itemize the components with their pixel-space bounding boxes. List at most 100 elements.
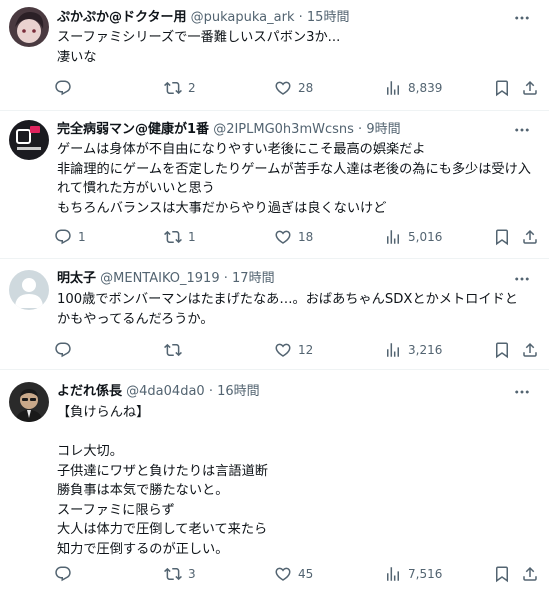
heart-icon bbox=[274, 228, 292, 246]
retweet-button[interactable]: 3 bbox=[164, 564, 196, 584]
bookmark-icon bbox=[493, 341, 511, 359]
retweet-count: 2 bbox=[188, 81, 196, 95]
share-button[interactable] bbox=[521, 227, 539, 247]
reply-button[interactable]: 1 bbox=[54, 227, 86, 247]
reply-button[interactable] bbox=[54, 564, 78, 584]
share-icon bbox=[521, 341, 539, 359]
user-handle[interactable]: @MENTAIKO_1919 bbox=[100, 271, 219, 286]
bookmark-icon bbox=[493, 79, 511, 97]
display-name[interactable]: よだれ係長 bbox=[57, 384, 122, 399]
share-icon bbox=[521, 565, 539, 583]
action-bar: 1 1 18 5,016 bbox=[0, 227, 549, 247]
user-handle[interactable]: @4da04da0 bbox=[126, 384, 205, 399]
separator-dot: · bbox=[208, 384, 213, 399]
reply-icon bbox=[54, 228, 72, 246]
view-count: 5,016 bbox=[408, 230, 443, 244]
user-handle[interactable]: @pukapuka_ark bbox=[191, 10, 295, 25]
tweet-text: ゲームは身体が不自由になりやすい老後にこそ最高の娯楽だよ 非論理的にゲームを否定… bbox=[57, 142, 531, 216]
like-button[interactable]: 28 bbox=[274, 78, 313, 98]
view-count: 3,216 bbox=[408, 343, 443, 357]
retweet-icon bbox=[164, 565, 182, 583]
timestamp[interactable]: 16時間 bbox=[217, 384, 260, 399]
share-button[interactable] bbox=[521, 340, 539, 360]
views-button[interactable]: 8,839 bbox=[384, 78, 442, 98]
avatar[interactable] bbox=[9, 120, 49, 160]
like-count: 28 bbox=[298, 81, 314, 95]
views-icon bbox=[384, 79, 402, 97]
tweet-header: 完全病弱マン@健康が1番 @2IPLMG0h3mWcsns · 9時間 bbox=[57, 121, 401, 138]
action-bar: 2 28 8,839 bbox=[0, 78, 549, 98]
display-name[interactable]: ぷかぷか@ドクター用 bbox=[57, 10, 186, 25]
heart-icon bbox=[274, 341, 292, 359]
heart-icon bbox=[274, 565, 292, 583]
action-bar: 3 45 7,516 bbox=[0, 564, 549, 584]
avatar[interactable] bbox=[9, 270, 49, 310]
display-name[interactable]: 完全病弱マン@健康が1番 bbox=[57, 122, 209, 137]
views-button[interactable]: 7,516 bbox=[384, 564, 442, 584]
view-count: 7,516 bbox=[408, 567, 443, 581]
heart-icon bbox=[274, 79, 292, 97]
timestamp[interactable]: 15時間 bbox=[307, 10, 350, 25]
bookmark-icon bbox=[493, 228, 511, 246]
separator-dot: · bbox=[223, 271, 228, 286]
share-icon bbox=[521, 228, 539, 246]
separator-dot: · bbox=[358, 122, 363, 137]
display-name[interactable]: 明太子 bbox=[57, 271, 96, 286]
reply-count: 1 bbox=[78, 230, 86, 244]
retweet-button[interactable] bbox=[164, 340, 188, 360]
tweet-header: よだれ係長 @4da04da0 · 16時間 bbox=[57, 383, 260, 400]
share-button[interactable] bbox=[521, 78, 539, 98]
tweet-header: ぷかぷか@ドクター用 @pukapuka_ark · 15時間 bbox=[57, 9, 349, 26]
tweet-text: スーファミシリーズで一番難しいスパボン3か... 凄いな bbox=[57, 30, 341, 65]
like-button[interactable]: 45 bbox=[274, 564, 313, 584]
like-button[interactable]: 18 bbox=[274, 227, 313, 247]
action-bar: 12 3,216 bbox=[0, 340, 549, 360]
like-count: 12 bbox=[298, 343, 314, 357]
retweet-count: 1 bbox=[188, 230, 196, 244]
tweet-text: 【負けらんね】 コレ大切。 子供達にワザと負けたりは言語道断 勝負事は本気で勝た… bbox=[57, 405, 268, 557]
like-button[interactable]: 12 bbox=[274, 340, 313, 360]
retweet-icon bbox=[164, 228, 182, 246]
reply-icon bbox=[54, 565, 72, 583]
more-icon[interactable] bbox=[513, 383, 535, 401]
views-icon bbox=[384, 565, 402, 583]
retweet-button[interactable]: 2 bbox=[164, 78, 196, 98]
more-icon[interactable] bbox=[513, 270, 535, 288]
bookmark-icon bbox=[493, 565, 511, 583]
tweet-header: 明太子 @MENTAIKO_1919 · 17時間 bbox=[57, 270, 275, 287]
retweet-button[interactable]: 1 bbox=[164, 227, 196, 247]
avatar[interactable] bbox=[9, 382, 49, 422]
reply-icon bbox=[54, 341, 72, 359]
like-count: 18 bbox=[298, 230, 314, 244]
user-handle[interactable]: @2IPLMG0h3mWcsns bbox=[213, 122, 354, 137]
reply-icon bbox=[54, 79, 72, 97]
tweet[interactable]: ぷかぷか@ドクター用 @pukapuka_ark · 15時間 スーファミシリー… bbox=[0, 0, 549, 111]
tweet[interactable]: よだれ係長 @4da04da0 · 16時間 【負けらんね】 コレ大切。 子供達… bbox=[0, 370, 549, 594]
like-count: 45 bbox=[298, 567, 314, 581]
view-count: 8,839 bbox=[408, 81, 443, 95]
avatar[interactable] bbox=[9, 7, 49, 47]
reply-button[interactable] bbox=[54, 78, 78, 98]
timestamp[interactable]: 9時間 bbox=[366, 122, 400, 137]
retweet-icon bbox=[164, 79, 182, 97]
views-icon bbox=[384, 228, 402, 246]
share-button[interactable] bbox=[521, 564, 539, 584]
timestamp[interactable]: 17時間 bbox=[232, 271, 275, 286]
retweet-icon bbox=[164, 341, 182, 359]
more-icon[interactable] bbox=[513, 121, 535, 139]
views-button[interactable]: 5,016 bbox=[384, 227, 442, 247]
bookmark-button[interactable] bbox=[493, 227, 511, 247]
retweet-count: 3 bbox=[188, 567, 196, 581]
bookmark-button[interactable] bbox=[493, 340, 511, 360]
views-icon bbox=[384, 341, 402, 359]
tweet-text: 100歳でボンバーマンはたまげたなあ…。おばあちゃんSDXとかメトロイドとかもや… bbox=[57, 292, 518, 327]
bookmark-button[interactable] bbox=[493, 564, 511, 584]
separator-dot: · bbox=[298, 10, 303, 25]
tweet[interactable]: 完全病弱マン@健康が1番 @2IPLMG0h3mWcsns · 9時間 ゲームは… bbox=[0, 111, 549, 259]
more-icon[interactable] bbox=[513, 9, 535, 27]
bookmark-button[interactable] bbox=[493, 78, 511, 98]
views-button[interactable]: 3,216 bbox=[384, 340, 442, 360]
share-icon bbox=[521, 79, 539, 97]
reply-button[interactable] bbox=[54, 340, 78, 360]
tweet[interactable]: 明太子 @MENTAIKO_1919 · 17時間 100歳でボンバーマンはたま… bbox=[0, 259, 549, 370]
